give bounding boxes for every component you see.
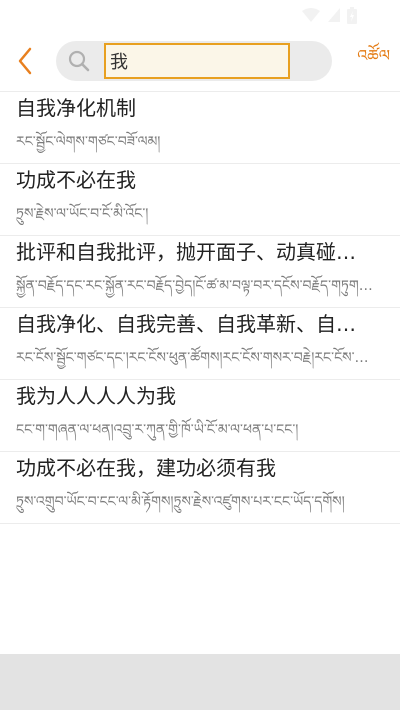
result-tibetan-text: ཏྲུས་རྗེས་ལ་ཡོང་བ་ངོ་མི་འོང་། xyxy=(16,206,149,222)
list-item[interactable]: 功成不必在我 ཏྲུས་རྗེས་ལ་ཡོང་བ་ངོ་མི་འོང་། xyxy=(0,164,400,236)
result-chinese-text: 批评和自我批评，抛开面子、动真碰… xyxy=(16,240,356,264)
result-tibetan-text: རང་སྦྱོང་ལེགས་གཙང་བཟོ་ལམ། xyxy=(16,134,161,150)
result-tibetan-text: ཏྲུས་འགྲུབ་ཡོང་བ་ངང་ལ་མི་རྟོགས།ཏྲུས་རྗེས… xyxy=(16,494,345,510)
battery-icon xyxy=(346,6,357,24)
signal-icon xyxy=(327,8,340,22)
back-button[interactable] xyxy=(12,41,38,81)
result-chinese-text: 我为人人人人为我 xyxy=(16,384,176,408)
search-toolbar: འཚོལ xyxy=(0,30,400,92)
results-list: 自我净化机制 རང་སྦྱོང་ལེགས་གཙང་བཟོ་ལམ། 功成不必在我 … xyxy=(0,92,400,655)
search-input[interactable] xyxy=(104,42,290,79)
chevron-left-icon xyxy=(18,47,32,74)
result-chinese-text: 功成不必在我，建功必须有我 xyxy=(16,456,276,480)
result-chinese-text: 自我净化、自我完善、自我革新、自… xyxy=(16,312,356,336)
result-tibetan-text: ངང་ག་གཞན་ལ་ཕན།འབྲུ་ར་ཀུན་གྱི་ཁོ་ཡི་ངོ་མ་… xyxy=(16,422,299,438)
list-item[interactable]: 功成不必在我，建功必须有我 ཏྲུས་འགྲུབ་ཡོང་བ་ངང་ལ་མི་ར… xyxy=(0,452,400,524)
result-chinese-text: 自我净化机制 xyxy=(16,96,136,120)
list-item[interactable]: 我为人人人人为我 ངང་ག་གཞན་ལ་ཕན།འབྲུ་ར་ཀུན་གྱི་ཁོ… xyxy=(0,380,400,452)
result-chinese-text: 功成不必在我 xyxy=(16,168,136,192)
result-tibetan-text: སྐྱོན་བརྗོད་དང་རང་སྐྱོན་རང་བརྗོད་བྱེད།ངོ… xyxy=(16,278,373,294)
empty-area xyxy=(0,654,400,710)
result-tibetan-text: རང་ངོས་སྦྱོང་གཙང་དང་།རང་ངོས་ཕུན་ཚོགས།རང་… xyxy=(16,350,369,366)
status-bar: 9:14 xyxy=(0,0,400,30)
search-box xyxy=(56,40,332,81)
search-icon xyxy=(66,48,92,74)
status-time: 9:14 xyxy=(362,6,392,24)
list-item[interactable]: 自我净化机制 རང་སྦྱོང་ལེགས་གཙང་བཟོ་ལམ། xyxy=(0,92,400,164)
list-item[interactable]: 批评和自我批评，抛开面子、动真碰… སྐྱོན་བརྗོད་དང་རང་སྐྱོ… xyxy=(0,236,400,308)
list-item[interactable]: 自我净化、自我完善、自我革新、自… རང་ངོས་སྦྱོང་གཙང་དང་།ར… xyxy=(0,308,400,380)
search-button[interactable]: འཚོལ xyxy=(357,38,390,83)
wifi-icon xyxy=(301,8,320,22)
